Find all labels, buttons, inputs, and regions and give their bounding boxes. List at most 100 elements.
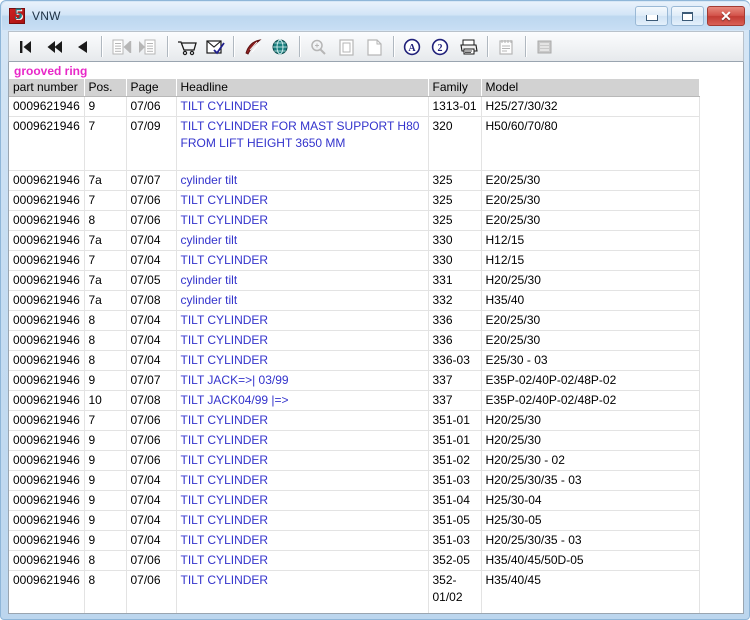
table-row[interactable]: 0009621946 7 07/04 TILT CYLINDER 330 H12/15 xyxy=(9,250,700,271)
cell-part-number: 0009621946 xyxy=(9,190,85,211)
column-header-part-number[interactable]: part number xyxy=(9,79,85,97)
shopping-cart-icon[interactable] xyxy=(173,34,201,60)
cell-headline[interactable]: TILT CYLINDER xyxy=(176,250,429,271)
table-row[interactable]: 0009621946 8 07/04 TILT CYLINDER 336 E20/25/3… xyxy=(9,310,700,331)
cell-headline[interactable]: TILT CYLINDER xyxy=(176,96,429,117)
table-row[interactable]: 0009621946 9 07/06 TILT CYLINDER 1313-01 H25/… xyxy=(9,96,700,117)
number-2-circle-icon[interactable]: 2 xyxy=(427,34,455,60)
table-row[interactable]: 0009621946 9 07/06 TILT CYLINDER 351-01 H20/2… xyxy=(9,430,700,451)
cell-model: H20/25/30/35 - 03 xyxy=(481,530,700,551)
table-row[interactable]: 0009621946 8 07/06 TILT CYLINDER 325 E20/25/3… xyxy=(9,210,700,231)
cell-pos: 8 xyxy=(84,330,127,351)
cell-page: 07/04 xyxy=(126,510,177,531)
cell-headline[interactable]: TILT CYLINDER xyxy=(176,310,429,331)
table-row[interactable]: 0009621946 10 07/08 TILT JACK04/99 |=> 337 E3… xyxy=(9,390,700,411)
cell-headline[interactable]: TILT CYLINDER xyxy=(176,410,429,431)
cell-headline[interactable]: TILT CYLINDER xyxy=(176,450,429,471)
toolbar-separator xyxy=(167,36,169,57)
table-row[interactable]: 0009621946 9 07/04 TILT CYLINDER 351-05 H25/3… xyxy=(9,510,700,531)
table-row[interactable]: 0009621946 7 07/09 TILT CYLINDER FOR MAST S… xyxy=(9,116,700,171)
column-header-headline[interactable]: Headline xyxy=(176,79,429,97)
order-list-icon[interactable] xyxy=(201,34,229,60)
cell-headline[interactable]: TILT CYLINDER xyxy=(176,530,429,551)
table-row[interactable]: 0009621946 8 07/06 TILT CYLINDER 352-05 H35/4… xyxy=(9,550,700,571)
cell-headline[interactable]: cylinder tilt xyxy=(176,270,429,291)
toolbar-separator xyxy=(487,36,489,57)
go-back-fast-icon[interactable] xyxy=(41,34,69,60)
notepad-icon xyxy=(493,34,521,60)
cell-pos: 7a xyxy=(84,230,127,251)
cell-headline[interactable]: TILT CYLINDER xyxy=(176,570,429,613)
table-row[interactable]: 0009621946 9 07/04 TILT CYLINDER 351-03 H20/2… xyxy=(9,530,700,551)
cell-headline[interactable]: TILT CYLINDER xyxy=(176,550,429,571)
cell-headline[interactable]: TILT CYLINDER FOR MAST SUPPORT H80 FROM … xyxy=(176,116,429,171)
cell-family: 325 xyxy=(428,210,482,231)
table-row[interactable]: 0009621946 7 07/06 TILT CYLINDER 351-01 H20/2… xyxy=(9,410,700,431)
cell-page: 07/06 xyxy=(126,550,177,571)
cell-headline[interactable]: TILT CYLINDER xyxy=(176,190,429,211)
go-first-icon[interactable] xyxy=(13,34,41,60)
zoom-search-icon xyxy=(305,34,333,60)
cell-headline[interactable]: TILT CYLINDER xyxy=(176,210,429,231)
table-row[interactable]: 0009621946 7a 07/05 cylinder tilt 331 H20/25/… xyxy=(9,270,700,291)
cell-headline[interactable]: TILT JACK=>| 03/99 xyxy=(176,370,429,391)
column-header-pos[interactable]: Pos. xyxy=(84,79,127,97)
page-copy-icon xyxy=(333,34,361,60)
cell-part-number: 0009621946 xyxy=(9,470,85,491)
cell-headline[interactable]: TILT CYLINDER xyxy=(176,510,429,531)
cell-headline[interactable]: TILT CYLINDER xyxy=(176,330,429,351)
table-row[interactable]: 0009621946 7 07/06 TILT CYLINDER 325 E20/25/3… xyxy=(9,190,700,211)
letter-a-circle-icon[interactable]: A xyxy=(399,34,427,60)
cell-page: 07/06 xyxy=(126,96,177,117)
cell-page: 07/08 xyxy=(126,390,177,411)
title-bar[interactable]: 5 VNW ✕ xyxy=(2,2,750,30)
close-icon: ✕ xyxy=(720,8,732,24)
table-row[interactable]: 0009621946 7a 07/04 cylinder tilt 330 H12/15 xyxy=(9,230,700,251)
table-row[interactable]: 0009621946 9 07/07 TILT JACK=>| 03/99 337 E35… xyxy=(9,370,700,391)
table-row[interactable]: 0009621946 7a 07/07 cylinder tilt 325 E20/25/… xyxy=(9,170,700,191)
column-header-family[interactable]: Family xyxy=(428,79,482,97)
cell-headline[interactable]: TILT JACK04/99 |=> xyxy=(176,390,429,411)
cell-headline[interactable]: TILT CYLINDER xyxy=(176,430,429,451)
svg-text:A: A xyxy=(408,43,416,54)
column-header-page[interactable]: Page xyxy=(126,79,177,97)
cell-part-number: 0009621946 xyxy=(9,290,85,311)
table-row[interactable]: 0009621946 8 07/04 TILT CYLINDER 336-03 E25/3… xyxy=(9,350,700,371)
go-previous-icon[interactable] xyxy=(69,34,97,60)
cell-family: 320 xyxy=(428,116,482,171)
cell-headline[interactable]: cylinder tilt xyxy=(176,290,429,311)
cell-headline[interactable]: TILT CYLINDER xyxy=(176,350,429,371)
toolbar-separator xyxy=(299,36,301,57)
minimize-button[interactable] xyxy=(635,6,668,26)
table-row[interactable]: 0009621946 7a 07/08 cylinder tilt 332 H35/40 xyxy=(9,290,700,311)
cell-pos: 7 xyxy=(84,190,127,211)
cell-page: 07/04 xyxy=(126,530,177,551)
feather-pen-icon[interactable] xyxy=(239,34,267,60)
table-row[interactable]: 0009621946 9 07/06 TILT CYLINDER 351-02 H20/2… xyxy=(9,450,700,471)
results-table: part number Pos. Page Headline Family Mo… xyxy=(9,79,700,613)
cell-headline[interactable]: TILT CYLINDER xyxy=(176,470,429,491)
globe-icon[interactable] xyxy=(267,34,295,60)
cell-part-number: 0009621946 xyxy=(9,350,85,371)
cell-family: 351-01 xyxy=(428,410,482,431)
cell-headline[interactable]: cylinder tilt xyxy=(176,170,429,191)
minimize-icon xyxy=(645,15,658,21)
table-row[interactable]: 0009621946 9 07/04 TILT CYLINDER 351-04 H25/3… xyxy=(9,490,700,511)
cell-headline[interactable]: cylinder tilt xyxy=(176,230,429,251)
cell-pos: 9 xyxy=(84,490,127,511)
maximize-button[interactable] xyxy=(671,6,704,26)
application-window: 5 VNW ✕ A2 grooved ring part number Pos.… xyxy=(0,0,750,620)
print-icon[interactable] xyxy=(455,34,483,60)
cell-part-number: 0009621946 xyxy=(9,390,85,411)
cell-part-number: 0009621946 xyxy=(9,250,85,271)
cell-part-number: 0009621946 xyxy=(9,270,85,291)
cell-model: E20/25/30 xyxy=(481,310,700,331)
table-row[interactable]: 0009621946 8 07/06 TILT CYLINDER 352-01/02 H3… xyxy=(9,570,700,613)
table-row[interactable]: 0009621946 8 07/04 TILT CYLINDER 336 E20/25/3… xyxy=(9,330,700,351)
cell-headline[interactable]: TILT CYLINDER xyxy=(176,490,429,511)
column-header-model[interactable]: Model xyxy=(481,79,699,97)
table-row[interactable]: 0009621946 9 07/04 TILT CYLINDER 351-03 H20/2… xyxy=(9,470,700,491)
close-button[interactable]: ✕ xyxy=(707,6,745,26)
cell-pos: 9 xyxy=(84,510,127,531)
cell-part-number: 0009621946 xyxy=(9,450,85,471)
